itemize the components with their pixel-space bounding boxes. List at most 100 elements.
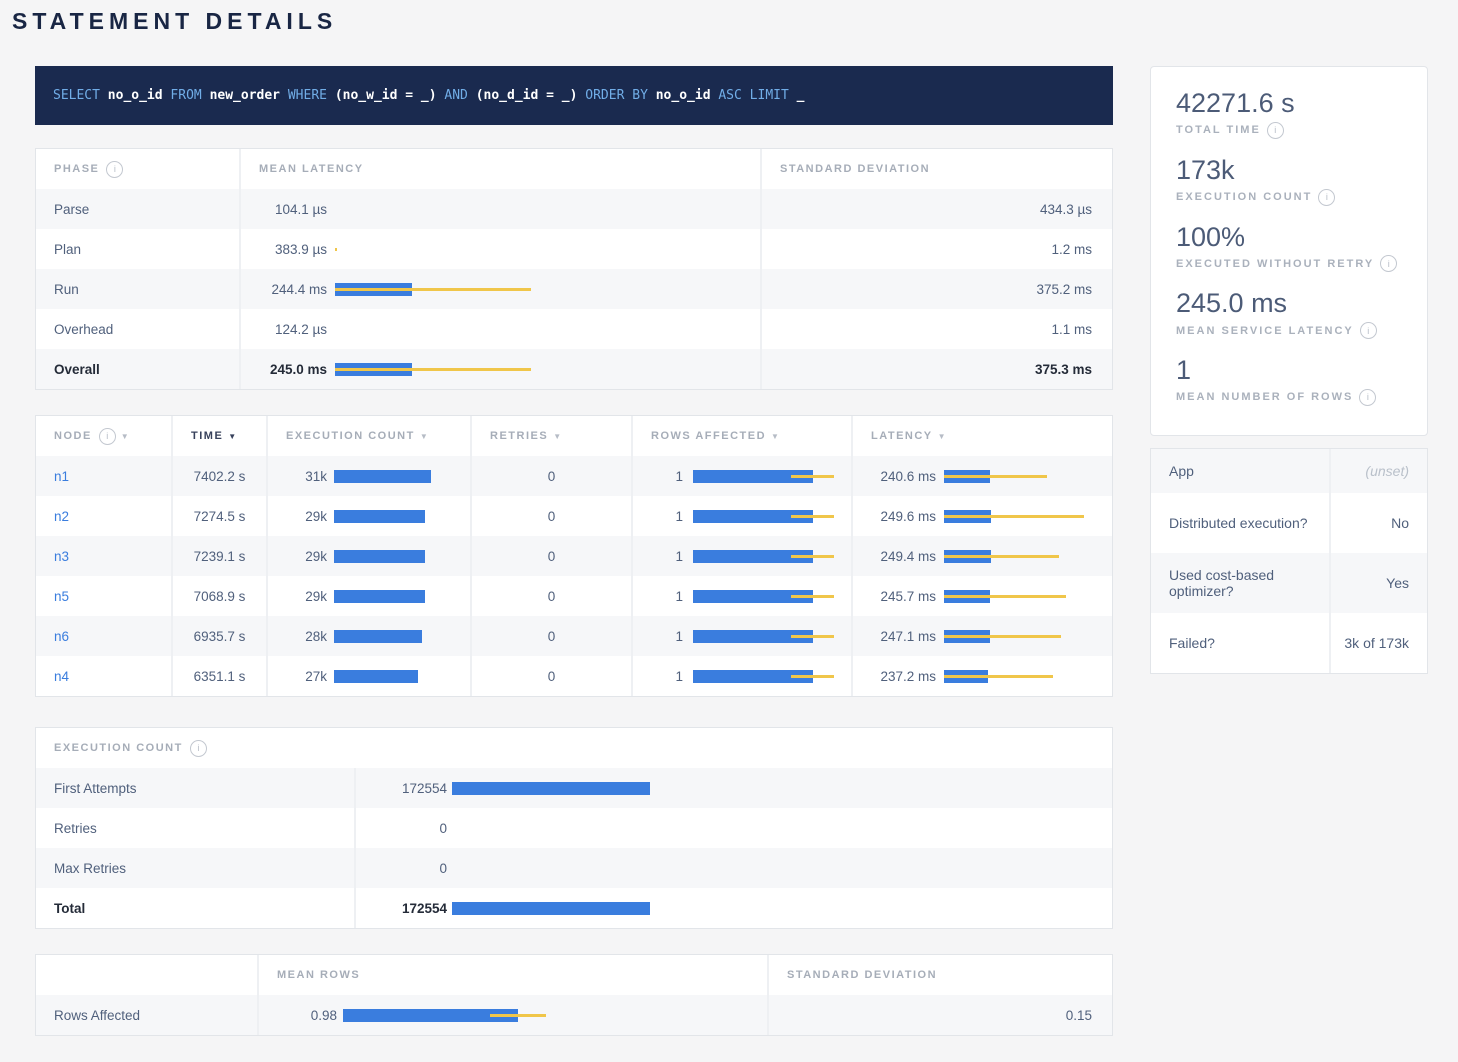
info-icon[interactable]: i	[1380, 255, 1397, 272]
mean-latency-value: 104.1 µs	[241, 202, 327, 217]
table-row: n1 7402.2 s 31k 0 1 240.6 ms	[36, 456, 1112, 496]
info-icon[interactable]: i	[190, 740, 207, 757]
detail-row-app: App (unset)	[1151, 449, 1427, 493]
sort-arrow-icon: ▼	[228, 432, 237, 441]
info-icon[interactable]: i	[99, 428, 116, 445]
rows-affected-bar	[693, 590, 836, 603]
row-label: First Attempts	[36, 768, 356, 808]
stddev-bar	[944, 675, 1053, 678]
latency-column-header[interactable]: LATENCY▼	[853, 416, 1112, 456]
detail-value: No	[1331, 493, 1427, 553]
sql-keyword: ASC LIMIT	[711, 88, 797, 103]
rows-affected-bar	[693, 510, 836, 523]
table-row: n3 7239.1 s 29k 0 1 249.4 ms	[36, 536, 1112, 576]
count-bar	[334, 470, 431, 483]
node-link[interactable]: n4	[54, 669, 69, 684]
execution-count-bar	[334, 670, 450, 683]
table-header-row: EXECUTION COUNTi	[36, 728, 1112, 768]
latency-bar	[944, 630, 1102, 643]
latency-bar	[335, 363, 748, 376]
mean-rows-bar	[343, 1009, 747, 1022]
table-row: Parse 104.1 µs 434.3 µs	[36, 189, 1112, 229]
detail-label: Distributed execution?	[1151, 493, 1331, 553]
rows-affected-column-header[interactable]: ROWS AFFECTED▼	[633, 416, 853, 456]
latency-value: 249.4 ms	[853, 549, 936, 564]
retries-value: 0	[472, 496, 633, 536]
node-link[interactable]: n6	[54, 629, 69, 644]
summary-stats-card: 42271.6 s TOTAL TIMEi 173k EXECUTION COU…	[1150, 66, 1428, 436]
detail-row-cost-based-optimizer: Used cost-based optimizer? Yes	[1151, 553, 1427, 613]
sql-statement-box: SELECT no_o_id FROM new_order WHERE (no_…	[35, 66, 1113, 125]
count-value: 172554	[356, 901, 447, 916]
latency-bar	[335, 243, 748, 256]
node-link[interactable]: n3	[54, 549, 69, 564]
sql-keyword: AND	[437, 88, 476, 103]
phase-latency-table: PHASEi MEAN LATENCY STANDARD DEVIATION P…	[35, 148, 1113, 390]
mean-latency-value: 245.0 ms	[241, 362, 327, 377]
detail-value: Yes	[1331, 553, 1427, 613]
sql-identifier: no_o_id	[108, 88, 163, 103]
stddev-bar	[335, 288, 531, 291]
execution-count-column-header[interactable]: EXECUTION COUNT▼	[268, 416, 472, 456]
rows-affected-value: 1	[633, 669, 683, 684]
stddev-bar	[791, 555, 834, 558]
table-row: n6 6935.7 s 28k 0 1 247.1 ms	[36, 616, 1112, 656]
execution-count-value: 27k	[268, 669, 327, 684]
sql-keyword: FROM	[163, 88, 210, 103]
count-bar	[452, 782, 1092, 795]
latency-value: 245.7 ms	[853, 589, 936, 604]
page-title: STATEMENT DETAILS	[12, 8, 337, 35]
table-row: Overhead 124.2 µs 1.1 ms	[36, 309, 1112, 349]
sql-keyword: WHERE	[280, 88, 335, 103]
sql-identifier: no_o_id	[656, 88, 711, 103]
stddev-bar	[944, 555, 1059, 558]
phase-label: Overall	[36, 349, 241, 389]
stddev-bar	[944, 475, 1047, 478]
retries-column-header[interactable]: RETRIES▼	[472, 416, 633, 456]
info-icon[interactable]: i	[1360, 322, 1377, 339]
detail-row-distributed-execution: Distributed execution? No	[1151, 493, 1427, 553]
retries-value: 0	[472, 456, 633, 496]
node-link[interactable]: n2	[54, 509, 69, 524]
rows-affected-value: 1	[633, 549, 683, 564]
node-link[interactable]: n5	[54, 589, 69, 604]
info-icon[interactable]: i	[1267, 122, 1284, 139]
column-header-label: TIME	[191, 430, 223, 442]
info-icon[interactable]: i	[106, 161, 123, 178]
count-value: 172554	[356, 781, 447, 796]
stddev-bar	[791, 635, 834, 638]
node-column-header[interactable]: NODEi▼	[36, 416, 173, 456]
stat-executed-without-retry: 100% EXECUTED WITHOUT RETRYi	[1176, 221, 1427, 273]
latency-bar	[944, 590, 1102, 603]
count-bar	[334, 510, 425, 523]
execution-count-bar	[334, 510, 450, 523]
mean-latency-value: 244.4 ms	[241, 282, 327, 297]
count-value: 0	[356, 861, 447, 876]
detail-label: Failed?	[1151, 613, 1331, 673]
statement-details-card: App (unset) Distributed execution? No Us…	[1150, 448, 1428, 674]
retries-value: 0	[472, 616, 633, 656]
latency-bar	[335, 283, 748, 296]
stddev-bar	[944, 515, 1084, 518]
stddev-bar	[791, 475, 834, 478]
info-icon[interactable]: i	[1359, 389, 1376, 406]
rows-affected-bar	[693, 630, 836, 643]
rows-affected-bar	[693, 550, 836, 563]
retries-value: 0	[472, 576, 633, 616]
sql-keyword: SELECT	[53, 88, 108, 103]
table-header-row: NODE i ▼ TIME ▼ EXECUTION COUNT▼ RETRIES▼ R…	[36, 416, 1112, 456]
time-value: 7274.5 s	[173, 496, 268, 536]
rows-affected-value: 1	[633, 589, 683, 604]
empty-header-cell	[356, 728, 1112, 768]
table-row: Retries 0	[36, 808, 1112, 848]
info-icon[interactable]: i	[1318, 189, 1335, 206]
node-statistics-table: NODE i ▼ TIME ▼ EXECUTION COUNT▼ RETRIES▼ R…	[35, 415, 1113, 697]
column-header-label: NODE	[54, 430, 92, 442]
stddev-value: 375.3 ms	[762, 349, 1112, 389]
node-link[interactable]: n1	[54, 469, 69, 484]
detail-value: 3k of 173k	[1331, 613, 1427, 673]
sort-arrow-icon: ▼	[420, 432, 429, 441]
time-column-header[interactable]: TIME ▼	[173, 416, 268, 456]
detail-label: App	[1151, 449, 1331, 493]
table-row: Plan 383.9 µs 1.2 ms	[36, 229, 1112, 269]
